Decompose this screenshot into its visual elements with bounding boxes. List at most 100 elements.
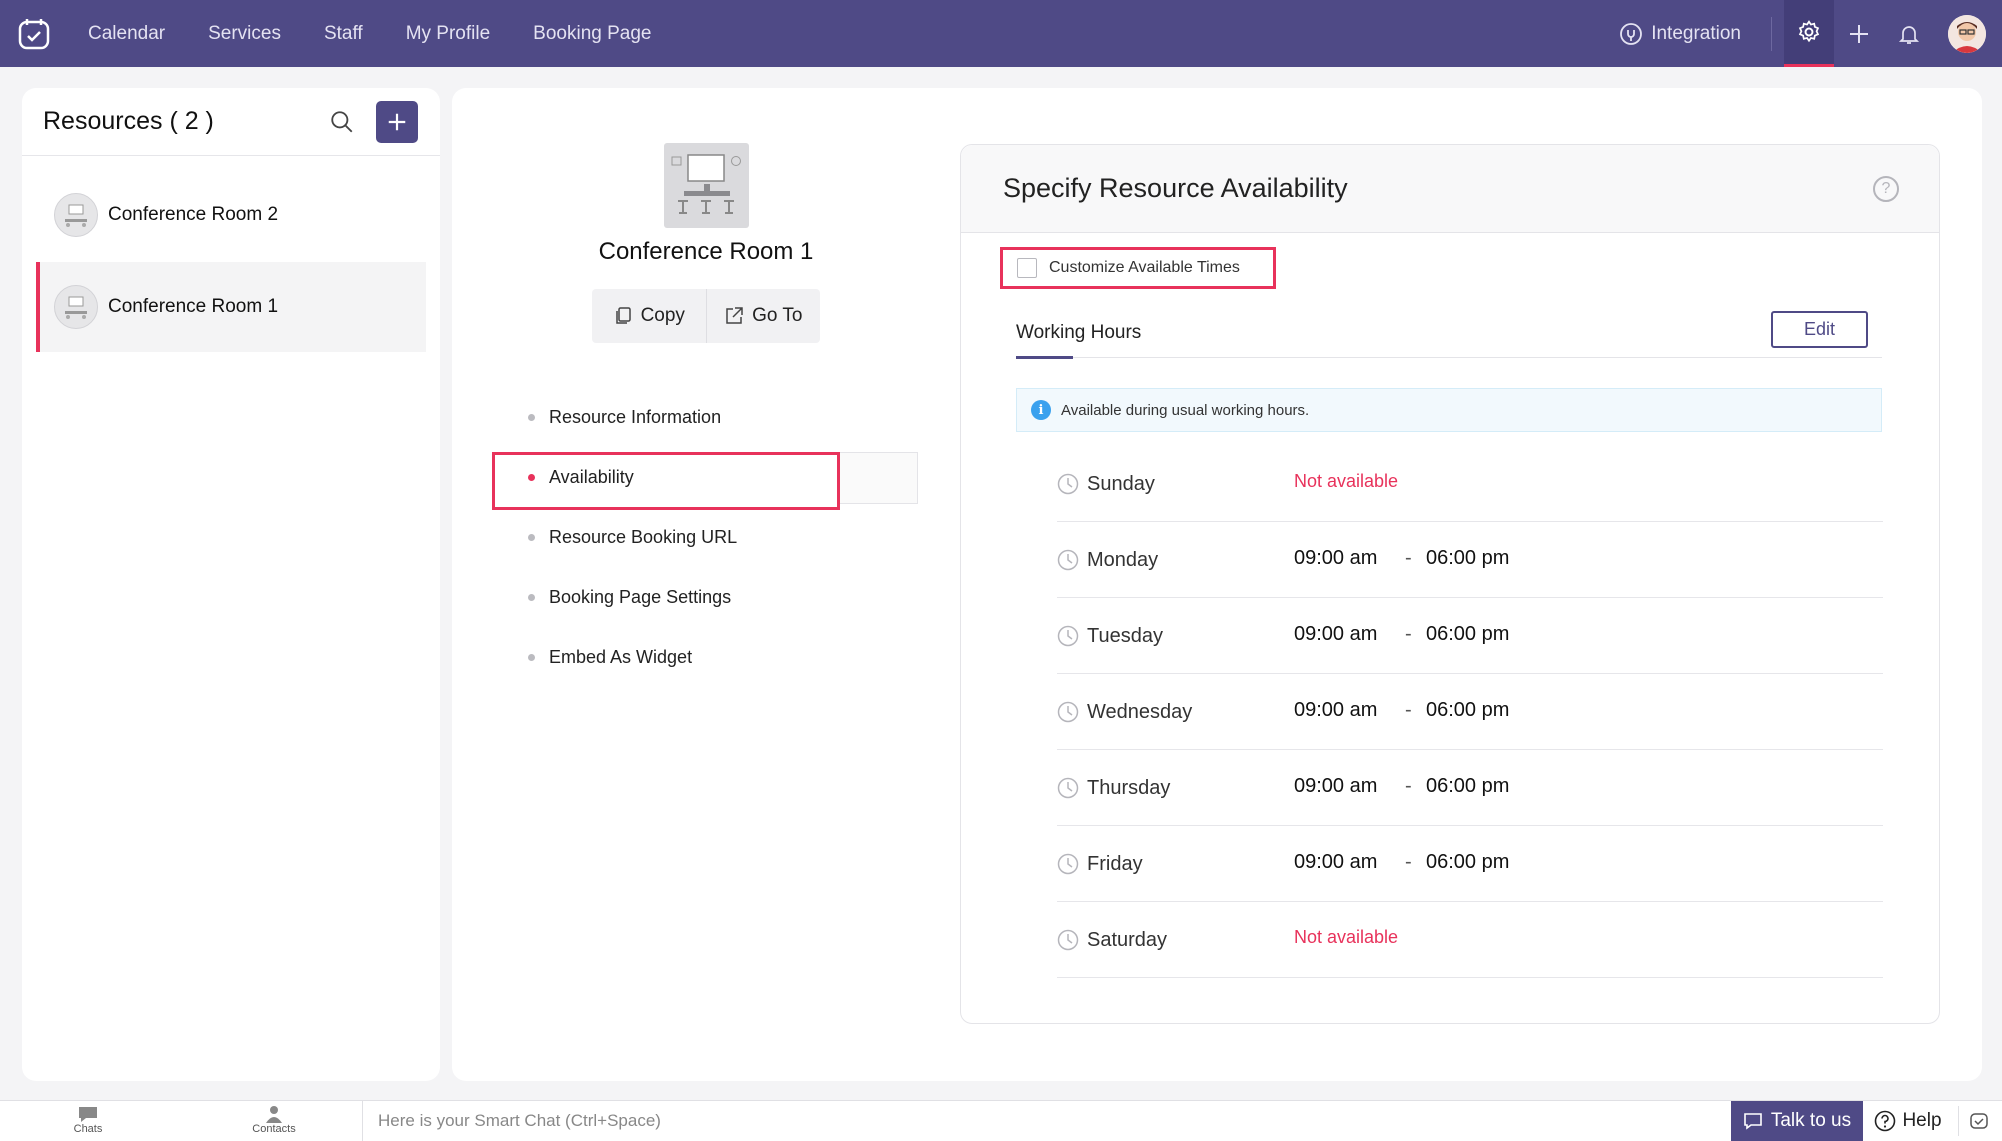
conference-room-icon <box>65 204 87 227</box>
menu-item-label: Resource Booking URL <box>549 527 738 547</box>
contacts-icon <box>266 1106 282 1123</box>
resources-panel: Resources ( 2 ) Conference Room 2 Confer… <box>22 88 440 1081</box>
integration-label: Integration <box>1651 22 1741 44</box>
day-name: Monday <box>1087 549 1159 571</box>
talk-to-us-label: Talk to us <box>1770 1110 1852 1131</box>
tab-active-indicator <box>1016 356 1073 359</box>
plus-icon <box>1850 24 1868 43</box>
app-logo-icon[interactable] <box>16 16 52 52</box>
time-separator: - <box>1405 775 1412 797</box>
menu-bullet <box>528 594 535 601</box>
resources-header: Resources ( 2 ) <box>22 88 440 156</box>
nav-my-profile[interactable]: My Profile <box>406 23 490 45</box>
bell-icon <box>1898 25 1920 44</box>
customize-checkbox[interactable] <box>1017 258 1037 278</box>
clock-icon <box>1057 549 1079 571</box>
nav-divider <box>1771 16 1772 51</box>
day-row-friday: Friday 09:00 am - 06:00 pm <box>1057 826 1883 902</box>
resource-name: Conference Room 1 <box>108 296 279 317</box>
menu-active-background <box>838 452 918 504</box>
external-link-icon <box>726 307 743 324</box>
resources-title: Resources ( 2 ) <box>43 107 214 135</box>
integration-icon <box>1620 22 1643 45</box>
add-button[interactable] <box>1834 0 1884 67</box>
status-icon <box>1969 1113 1988 1129</box>
time-separator: - <box>1405 851 1412 873</box>
resource-item-conference-room-1[interactable]: Conference Room 1 <box>36 262 426 352</box>
edit-button[interactable]: Edit <box>1771 311 1868 348</box>
time-separator: - <box>1405 547 1412 569</box>
status-button[interactable] <box>1958 1106 1998 1136</box>
day-row-saturday: Saturday Not available <box>1057 902 1883 978</box>
avatar-image <box>1948 14 1986 53</box>
gear-icon <box>1798 20 1820 43</box>
resource-thumbnail <box>54 193 98 237</box>
resource-name: Conference Room 2 <box>108 204 279 225</box>
day-row-tuesday: Tuesday 09:00 am - 06:00 pm <box>1057 598 1883 674</box>
clock-icon <box>1057 625 1079 647</box>
day-name: Thursday <box>1087 777 1171 799</box>
day-name: Tuesday <box>1087 625 1163 647</box>
menu-bullet <box>528 414 535 421</box>
customize-available-times[interactable]: Customize Available Times <box>1000 247 1276 289</box>
menu-item-resource-information[interactable]: Resource Information <box>528 407 721 428</box>
menu-item-label: Resource Information <box>549 407 722 427</box>
day-row-sunday: Sunday Not available <box>1057 446 1883 522</box>
info-banner: i Available during usual working hours. <box>1016 388 1882 432</box>
menu-item-availability[interactable]: Availability <box>528 467 634 488</box>
menu-item-booking-page-settings[interactable]: Booking Page Settings <box>528 587 731 608</box>
day-name: Sunday <box>1087 473 1155 495</box>
start-time: 09:00 am <box>1294 547 1378 569</box>
bottom-divider <box>362 1101 363 1141</box>
nav-staff[interactable]: Staff <box>324 23 363 45</box>
resource-item-conference-room-2[interactable]: Conference Room 2 <box>36 170 426 260</box>
add-resource-button[interactable] <box>376 101 418 143</box>
smart-chat-input[interactable]: Here is your Smart Chat (Ctrl+Space) <box>378 1111 661 1131</box>
time-separator: - <box>1405 623 1412 645</box>
help-label: Help <box>1902 1110 1942 1131</box>
nav-services[interactable]: Services <box>208 23 281 45</box>
info-icon: i <box>1031 400 1051 420</box>
info-text: Available during usual working hours. <box>1061 401 1310 419</box>
day-name: Friday <box>1087 853 1143 875</box>
resource-title: Conference Room 1 <box>598 238 814 265</box>
contacts-tab[interactable]: Contacts <box>234 1105 314 1135</box>
customize-label: Customize Available Times <box>1049 259 1240 276</box>
end-time: 06:00 pm <box>1426 775 1510 797</box>
menu-item-resource-booking-url[interactable]: Resource Booking URL <box>528 527 737 548</box>
menu-item-label: Embed As Widget <box>549 647 693 667</box>
resource-thumbnail <box>54 285 98 329</box>
help-circle-icon[interactable]: ? <box>1873 176 1899 202</box>
nav-calendar[interactable]: Calendar <box>88 23 165 45</box>
integration-link[interactable]: Integration <box>1619 22 1741 46</box>
bottom-bar: Chats Contacts Here is your Smart Chat (… <box>0 1100 2002 1141</box>
menu-item-label: Availability <box>549 467 634 487</box>
end-time: 06:00 pm <box>1426 623 1510 645</box>
menu-item-embed-as-widget[interactable]: Embed As Widget <box>528 647 692 668</box>
start-time: 09:00 am <box>1294 851 1378 873</box>
day-status: Not available <box>1294 927 1399 947</box>
start-time: 09:00 am <box>1294 623 1378 645</box>
conference-room-icon <box>65 296 87 319</box>
clock-icon <box>1057 777 1079 799</box>
day-row-wednesday: Wednesday 09:00 am - 06:00 pm <box>1057 674 1883 750</box>
tab-working-hours[interactable]: Working Hours <box>1016 322 1141 344</box>
help-button[interactable]: Help <box>1866 1101 1950 1141</box>
copy-button[interactable]: Copy <box>592 289 706 343</box>
notifications-button[interactable] <box>1884 0 1934 67</box>
menu-bullet <box>528 654 535 661</box>
conference-room-icon <box>671 154 741 214</box>
avatar[interactable] <box>1948 14 1986 53</box>
day-name: Wednesday <box>1087 701 1193 723</box>
go-to-button[interactable]: Go To <box>705 289 821 343</box>
clock-icon <box>1057 473 1079 495</box>
top-nav: Calendar Services Staff My Profile Booki… <box>0 0 2002 67</box>
nav-booking-page[interactable]: Booking Page <box>533 23 651 45</box>
settings-button[interactable] <box>1784 0 1834 67</box>
talk-to-us-button[interactable]: Talk to us <box>1731 1101 1863 1141</box>
chats-tab[interactable]: Chats <box>48 1105 128 1135</box>
start-time: 09:00 am <box>1294 699 1378 721</box>
chats-label: Chats <box>73 1123 103 1135</box>
search-button[interactable] <box>329 109 355 140</box>
end-time: 06:00 pm <box>1426 547 1510 569</box>
